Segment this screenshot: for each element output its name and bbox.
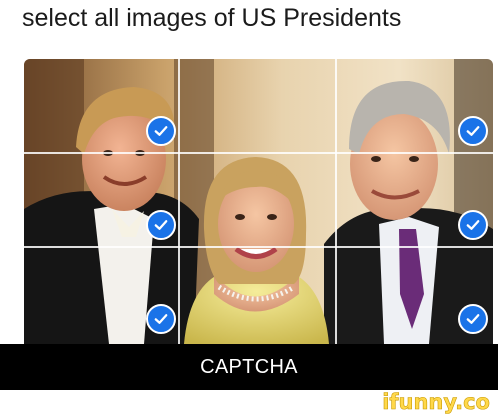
tile-selected-check-icon[interactable] bbox=[146, 304, 176, 334]
footer: ifunny.co bbox=[0, 390, 498, 414]
tile-selected-check-icon[interactable] bbox=[146, 210, 176, 240]
group-photo bbox=[24, 59, 493, 344]
grid-divider-horizontal bbox=[24, 152, 493, 154]
captcha-image-grid[interactable] bbox=[24, 59, 493, 344]
checkmark-icon bbox=[154, 220, 168, 230]
caption-bar: CAPTCHA bbox=[0, 344, 498, 390]
caption-text: CAPTCHA bbox=[200, 355, 298, 378]
tile-selected-check-icon[interactable] bbox=[458, 210, 488, 240]
tile-selected-check-icon[interactable] bbox=[458, 304, 488, 334]
tile-selected-check-icon[interactable] bbox=[146, 116, 176, 146]
ifunny-watermark: ifunny.co bbox=[382, 390, 490, 414]
checkmark-icon bbox=[466, 220, 480, 230]
checkmark-icon bbox=[154, 126, 168, 136]
grid-divider-horizontal bbox=[24, 246, 493, 248]
grid-divider-vertical bbox=[178, 59, 180, 344]
tile-selected-check-icon[interactable] bbox=[458, 116, 488, 146]
grid-divider-vertical bbox=[335, 59, 337, 344]
checkmark-icon bbox=[466, 126, 480, 136]
checkmark-icon bbox=[466, 314, 480, 324]
captcha-prompt: select all images of US Presidents bbox=[22, 4, 402, 32]
checkmark-icon bbox=[154, 314, 168, 324]
